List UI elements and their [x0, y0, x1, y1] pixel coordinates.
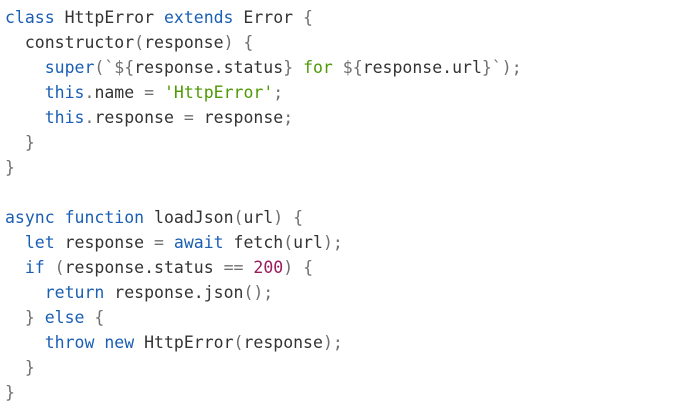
code-token-punc: . — [84, 108, 95, 127]
code-token-id — [5, 58, 45, 77]
code-token-kw: throw — [44, 333, 95, 352]
code-token-punc: }`); — [481, 58, 522, 77]
code-token-this: this — [44, 83, 85, 102]
code-token-punc: ; — [283, 108, 294, 127]
code-token-kw: class — [5, 8, 55, 27]
code-token-str: for — [303, 58, 333, 77]
code-token-punc: (); — [243, 283, 274, 302]
code-line: } — [5, 355, 35, 380]
code-token-id — [5, 258, 25, 277]
code-token-punc: } — [5, 383, 15, 402]
code-token-punc: ( — [134, 33, 145, 52]
code-line: let response = await fetch(url); — [5, 230, 343, 255]
code-token-id: response.status — [64, 258, 224, 277]
code-token-punc: ( — [283, 233, 294, 252]
code-token-id — [5, 108, 45, 127]
code-token-punc: = — [154, 233, 174, 252]
code-token-id: response.json — [104, 283, 244, 302]
code-line: async function loadJson(url) { — [5, 205, 303, 230]
code-token-kw: new — [104, 333, 135, 352]
code-line: } — [5, 155, 15, 180]
code-token-id: response — [144, 33, 224, 52]
code-token-punc: { — [84, 308, 105, 327]
code-token-punc: == — [223, 258, 254, 277]
code-token-punc: ; — [273, 83, 284, 102]
code-token-punc: } — [5, 158, 15, 177]
code-line: this.response = response; — [5, 105, 293, 130]
code-line: throw new HttpError(response); — [5, 330, 343, 355]
code-token-punc: ( — [44, 258, 65, 277]
code-token-kw: function — [64, 208, 145, 227]
code-token-kw: await — [173, 233, 224, 252]
code-line: this.name = 'HttpError'; — [5, 80, 283, 105]
code-line: return response.json(); — [5, 280, 274, 305]
code-token-kw: extends — [163, 8, 234, 27]
code-token-punc: ( — [233, 208, 244, 227]
code-token-punc: } — [5, 133, 35, 152]
code-token-punc: ); — [322, 233, 343, 252]
code-token-id — [5, 333, 45, 352]
code-token-id: response — [243, 333, 323, 352]
code-token-id: fetch — [223, 233, 284, 252]
code-token-punc: } — [5, 308, 45, 327]
code-line: class HttpError extends Error { — [5, 5, 313, 30]
code-token-num: 200 — [253, 258, 284, 277]
code-token-id: response — [94, 108, 184, 127]
code-token-id — [55, 208, 65, 227]
code-token-id: HttpError — [54, 8, 164, 27]
code-token-id — [5, 233, 25, 252]
code-token-punc: ); — [322, 333, 343, 352]
code-token-this: this — [44, 108, 85, 127]
code-token-id: url — [293, 233, 323, 252]
code-token-id: response.url — [362, 58, 482, 77]
code-line: super(`${response.status} for ${response… — [5, 55, 522, 80]
code-token-punc: } — [5, 358, 35, 377]
code-token-punc: = — [183, 108, 204, 127]
code-line: if (response.status == 200) { — [5, 255, 313, 280]
code-line: } — [5, 380, 15, 402]
code-line: } — [5, 130, 35, 155]
code-token-id: constructor — [5, 33, 135, 52]
code-token-id: response.status — [134, 58, 284, 77]
code-token-id — [5, 283, 45, 302]
code-token-id: HttpError — [134, 333, 234, 352]
code-token-kw: let — [24, 233, 55, 252]
code-token-punc: = — [144, 83, 164, 102]
code-line: constructor(response) { — [5, 30, 254, 55]
code-token-kw: return — [44, 283, 105, 302]
code-token-punc: (`${ — [94, 58, 135, 77]
code-token-kw: if — [24, 258, 45, 277]
code-token-punc: ( — [233, 333, 244, 352]
code-token-id: url — [243, 208, 274, 227]
code-token-kw: else — [44, 308, 85, 327]
code-token-str: 'HttpError' — [163, 83, 274, 102]
code-token-kw: async — [5, 208, 55, 227]
code-token-id: response — [54, 233, 155, 252]
code-token-punc: ) { — [273, 208, 304, 227]
code-token-id: Error — [233, 8, 304, 27]
code-token-punc: . — [84, 83, 95, 102]
code-token-id: response — [203, 108, 284, 127]
code-token-id — [5, 83, 45, 102]
code-block: class HttpError extends Error { construc… — [0, 0, 683, 402]
code-token-punc: ) { — [223, 33, 254, 52]
code-token-id: loadJson — [144, 208, 234, 227]
code-token-id — [94, 333, 104, 352]
code-token-punc: ${ — [332, 58, 363, 77]
code-token-punc: } — [283, 58, 304, 77]
code-line: } else { — [5, 305, 105, 330]
code-token-punc: { — [303, 8, 313, 27]
code-token-id: name — [94, 83, 145, 102]
code-token-punc: ) { — [283, 258, 314, 277]
code-token-kw: super — [44, 58, 95, 77]
